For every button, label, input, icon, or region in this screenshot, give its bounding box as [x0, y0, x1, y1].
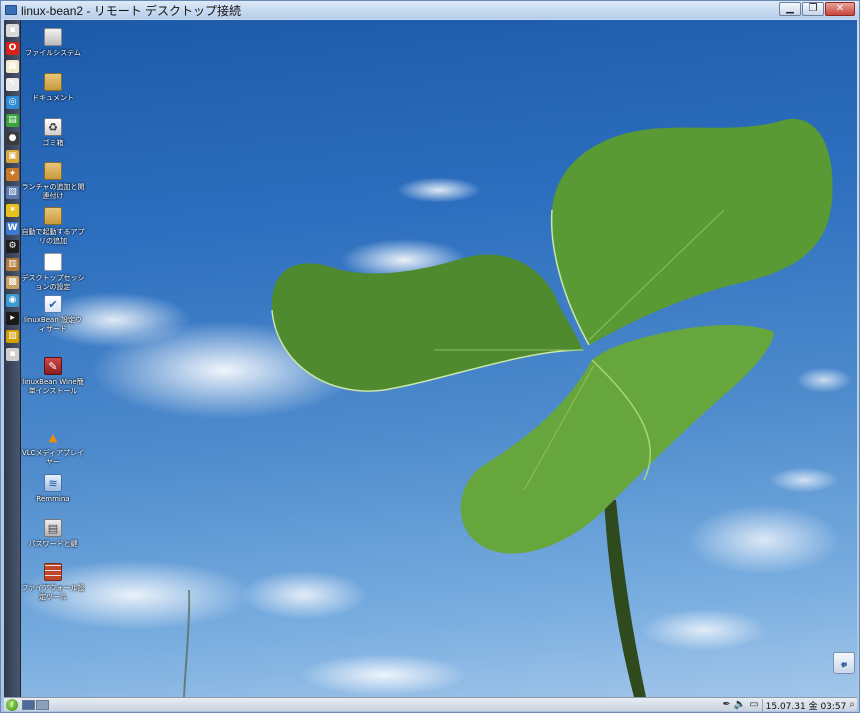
restore-button[interactable]: ❐: [802, 2, 824, 16]
desktop-icon-autostart[interactable]: 自動で起動するアプリの追加: [21, 207, 85, 246]
desktop-icon-label: デスクトップセッションの設定: [21, 274, 85, 291]
desktop-icon-label: linuxBean 設定ウィザード: [24, 316, 82, 333]
bird-icon: ✶: [8, 205, 17, 215]
gallery-icon: ▣: [8, 151, 17, 161]
desktop-icon-label: VLCメディアプレイヤー: [21, 449, 85, 466]
launcher-item[interactable]: ◎: [6, 96, 19, 109]
network-icon: ◎: [8, 97, 17, 107]
workspace-2[interactable]: [36, 699, 49, 710]
drive-icon: [44, 28, 62, 46]
folder-icon: [44, 73, 62, 91]
launcher-item[interactable]: ⚙: [6, 240, 19, 253]
launcher-panel: ▪ O ▦ ✎ ◎ ▤ ● ▣ ✦ ▧ ✶ W ⚙ ▥ ▩ ◉ ▸ ▨ ▪: [4, 20, 21, 697]
wine-icon: ✎: [44, 357, 62, 375]
clock[interactable]: 15.07.31 金 03:57: [761, 698, 846, 712]
session-logo-icon: 𝓋: [841, 655, 847, 670]
paint-icon: ✦: [8, 169, 17, 179]
launcher-item[interactable]: ▩: [6, 276, 19, 289]
settings-icon: ⚙: [8, 241, 17, 251]
remote-desktop-window: linux-bean2 - リモート デスクトップ接続 ▁ ❐ ✕ ▪ O ▦: [0, 0, 860, 713]
desktop-icon-label: ゴミ箱: [42, 139, 64, 147]
desktop-icon-vlc[interactable]: ▲ VLCメディアプレイヤー: [21, 428, 85, 467]
close-button[interactable]: ✕: [825, 2, 855, 16]
launcher-item[interactable]: ▸: [6, 312, 19, 325]
launcher-item[interactable]: W: [6, 222, 19, 235]
system-tray: ✒ 🔈 ▭ 15.07.31 金 03:57 ⌕: [722, 698, 855, 712]
window-title: linux-bean2 - リモート デスクトップ接続: [21, 3, 242, 18]
desktop-icon-trash[interactable]: ♻ ゴミ箱: [21, 118, 85, 148]
desktop-icon-label: パスワードと鍵: [28, 540, 78, 548]
taskbar: ℓ ✒ 🔈 ▭ 15.07.31 金 03:57 ⌕: [4, 697, 857, 712]
window-list-icon[interactable]: ▭: [749, 700, 758, 710]
workspace-pager: [22, 699, 49, 710]
folder-icon: [44, 207, 62, 225]
vlc-cone-icon: ▲: [48, 430, 58, 444]
window-titlebar[interactable]: linux-bean2 - リモート デスクトップ接続 ▁ ❐ ✕: [1, 1, 859, 19]
launcher-item[interactable]: ✶: [6, 204, 19, 217]
monitor-icon: ▨: [8, 331, 17, 341]
blank-document-icon: [44, 253, 62, 271]
desktop-icon-firewall[interactable]: ファイアウォール設定ツール: [21, 563, 85, 602]
launcher-item[interactable]: ●: [6, 132, 19, 145]
drive-icon: ▪: [9, 25, 16, 35]
remmina-icon: ≋: [44, 474, 62, 492]
desktop-icon-session-settings[interactable]: デスクトップセッションの設定: [21, 253, 85, 292]
pen-icon: ✎: [8, 79, 17, 89]
opera-icon: O: [8, 43, 17, 53]
launcher-item[interactable]: ▥: [6, 258, 19, 271]
search-icon[interactable]: ⌕: [849, 700, 855, 710]
bean-logo-icon: ℓ: [10, 700, 14, 709]
remote-session-badge[interactable]: 𝓋: [833, 652, 855, 674]
desktop-icon-label: ドキュメント: [32, 94, 74, 102]
launcher-item[interactable]: ▧: [6, 186, 19, 199]
desktop-icon-label: ファイアウォール設定ツール: [21, 584, 85, 601]
keyring-icon: ▤: [44, 519, 62, 537]
launcher-item[interactable]: ✦: [6, 168, 19, 181]
image-viewer-icon: ▧: [8, 187, 17, 197]
desktop-icon-label: 自動で起動するアプリの追加: [21, 228, 85, 245]
spreadsheet-icon: ▤: [8, 115, 17, 125]
launcher-item[interactable]: ▪: [6, 348, 19, 361]
desktop-icon-linuxbean-wizard[interactable]: ✔ linuxBean 設定ウィザード: [21, 295, 85, 334]
terminal-icon: ▸: [10, 313, 15, 323]
checkbox-icon: ✔: [44, 295, 62, 313]
notes-icon: ▦: [8, 61, 17, 71]
speaker-icon[interactable]: 🔈: [734, 700, 746, 710]
package-icon: ▩: [8, 277, 17, 287]
desktop-icon-filesystem[interactable]: ファイルシステム: [21, 28, 85, 58]
launcher-item[interactable]: ▣: [6, 150, 19, 163]
remote-desktop-app-icon: [5, 5, 17, 15]
firewall-brick-icon: [44, 563, 62, 581]
clover-wallpaper: [183, 118, 833, 697]
launcher-item[interactable]: ✎: [6, 78, 19, 91]
desktop-icon-wine-installer[interactable]: ✎ linuxBean Wine簡単インストール: [21, 357, 85, 396]
launcher-item[interactable]: ▨: [6, 330, 19, 343]
workspace-1[interactable]: [22, 699, 35, 710]
desktop-icon-label: Remmina: [36, 495, 70, 503]
disc-icon: ●: [8, 133, 17, 143]
desktop-icon-launcher-setup[interactable]: ランチャの追加と関連付け: [21, 162, 85, 201]
drive2-icon: ▪: [9, 349, 16, 359]
launcher-item[interactable]: ▪: [6, 24, 19, 37]
writer-icon: W: [7, 223, 18, 233]
start-menu-button[interactable]: ℓ: [6, 698, 18, 711]
launcher-item[interactable]: ◉: [6, 294, 19, 307]
launcher-item[interactable]: ▦: [6, 60, 19, 73]
remote-desktop-area[interactable]: ▪ O ▦ ✎ ◎ ▤ ● ▣ ✦ ▧ ✶ W ⚙ ▥ ▩ ◉ ▸ ▨ ▪ ファ…: [4, 20, 857, 697]
window-controls: ▁ ❐ ✕: [779, 2, 855, 16]
minimize-button[interactable]: ▁: [779, 2, 801, 16]
folder-icon: [44, 162, 62, 180]
network-pen-icon[interactable]: ✒: [722, 700, 730, 710]
launcher-item[interactable]: O: [6, 42, 19, 55]
desktop-icon-password-keys[interactable]: ▤ パスワードと鍵: [21, 519, 85, 549]
desktop-icon-label: ランチャの追加と関連付け: [21, 183, 85, 200]
wifi-icon: ◉: [8, 295, 17, 305]
trash-icon: ♻: [44, 118, 62, 136]
desktop-icon-label: linuxBean Wine簡単インストール: [22, 378, 84, 395]
launcher-item[interactable]: ▤: [6, 114, 19, 127]
desktop-icon-label: ファイルシステム: [25, 49, 81, 57]
archive-icon: ▥: [8, 259, 17, 269]
desktop-icon-remmina[interactable]: ≋ Remmina: [21, 474, 85, 504]
desktop-icon-documents[interactable]: ドキュメント: [21, 73, 85, 103]
